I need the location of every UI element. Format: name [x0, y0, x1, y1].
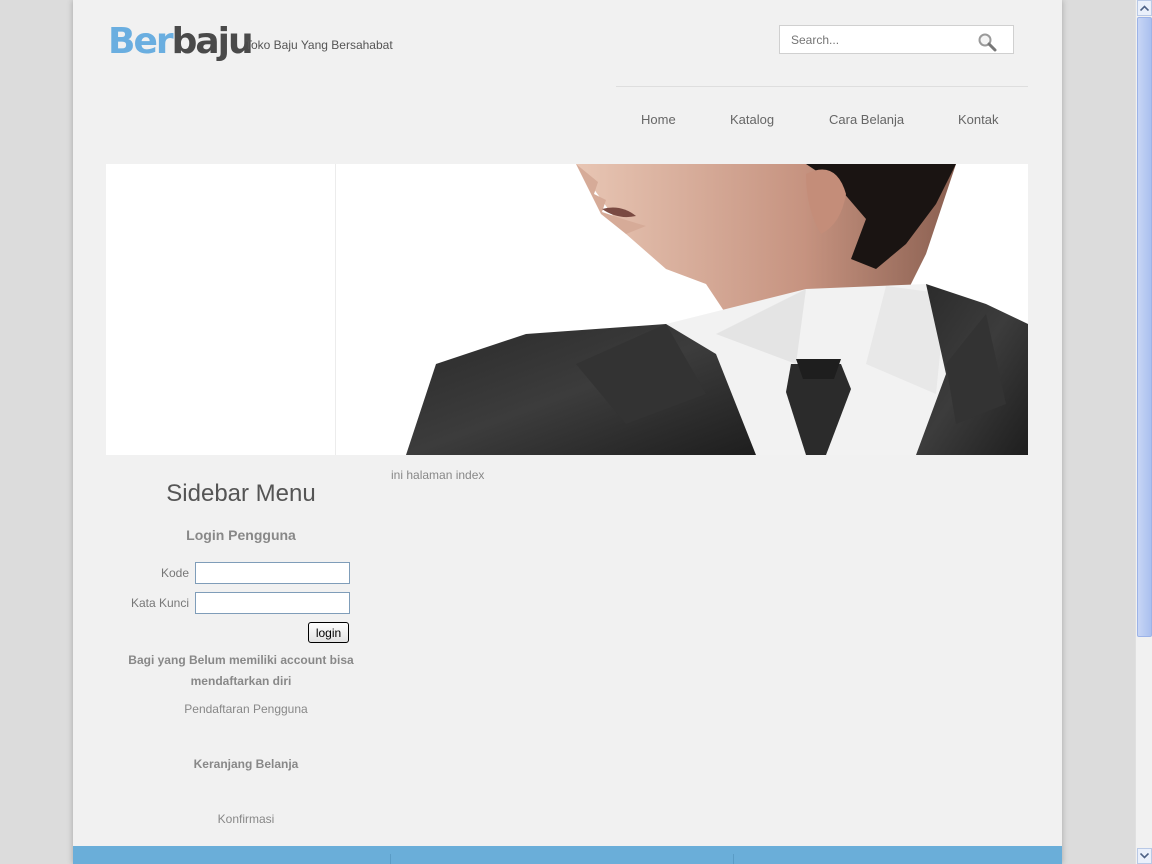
kode-input[interactable] — [195, 562, 350, 584]
register-link[interactable]: Pendaftaran Pengguna — [111, 702, 381, 716]
cart-link[interactable]: Keranjang Belanja — [111, 757, 381, 771]
search-box — [779, 25, 1014, 54]
nav-kontak[interactable]: Kontak — [958, 112, 998, 127]
chevron-down-icon — [1140, 853, 1149, 859]
scroll-up-button[interactable] — [1137, 0, 1152, 16]
search-icon[interactable] — [977, 32, 997, 52]
login-section-title: Login Pengguna — [186, 527, 296, 543]
vertical-scrollbar[interactable] — [1135, 0, 1152, 864]
footer-bar — [73, 846, 1062, 864]
logo-text-baju: baju — [171, 21, 254, 62]
banner-man-illustration — [406, 164, 1028, 455]
register-note: Bagi yang Belum memiliki account bisa me… — [128, 653, 354, 688]
kode-label: Kode — [160, 566, 189, 580]
kata-kunci-input[interactable] — [195, 592, 350, 614]
login-button[interactable]: login — [308, 622, 349, 643]
site-logo[interactable]: Ber baju — [108, 18, 254, 62]
banner-image — [106, 164, 1028, 455]
scroll-down-button[interactable] — [1137, 848, 1152, 864]
nav-home[interactable]: Home — [641, 112, 676, 127]
search-input[interactable] — [780, 26, 981, 53]
confirm-link[interactable]: Konfirmasi — [111, 812, 381, 826]
nav-cara-belanja[interactable]: Cara Belanja — [829, 112, 904, 127]
kata-kunci-label: Kata Kunci — [130, 596, 189, 610]
scroll-thumb[interactable] — [1137, 17, 1152, 637]
main-content-text: ini halaman index — [391, 468, 485, 482]
chevron-up-icon — [1140, 5, 1149, 11]
nav-divider — [616, 86, 1028, 87]
main-nav: Home Katalog Cara Belanja Kontak — [616, 112, 1028, 132]
page-container: Berbaju Toko Baju Yang Bersahabat Home K… — [73, 0, 1062, 864]
footer-separator — [733, 854, 734, 864]
logo-text-ber: Ber — [108, 21, 174, 62]
nav-katalog[interactable]: Katalog — [730, 112, 774, 127]
footer-separator — [390, 854, 391, 864]
site-tagline: Toko Baju Yang Bersahabat — [245, 38, 393, 52]
sidebar-title: Sidebar Menu — [166, 480, 316, 507]
